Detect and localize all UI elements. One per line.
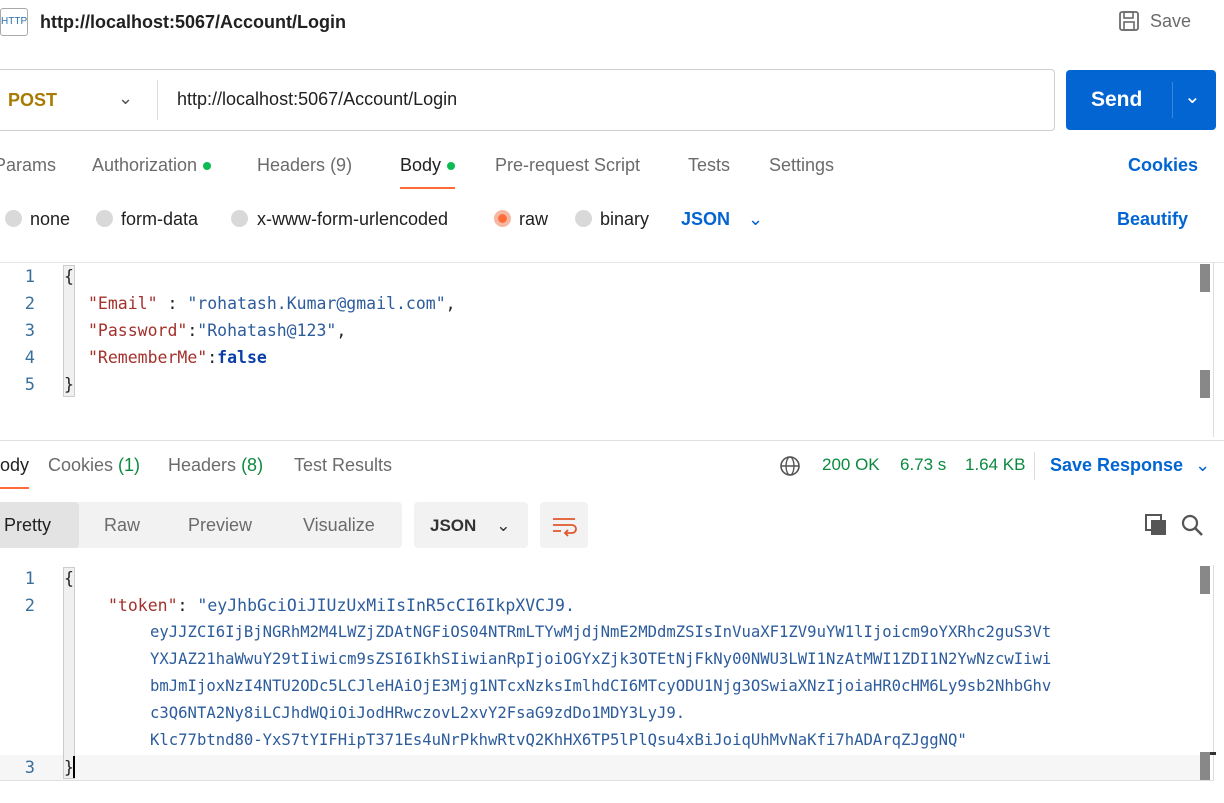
radio-label: binary bbox=[600, 209, 650, 229]
code-brace: { bbox=[64, 569, 74, 588]
response-format-select[interactable]: JSON ⌄ bbox=[414, 502, 528, 548]
radio-label: raw bbox=[519, 209, 549, 229]
save-label: Save bbox=[1150, 10, 1192, 31]
token-line: YXJAZ21haWwuY29tIiwicm9sZSI6IkhSIiwianRp… bbox=[150, 650, 1052, 668]
line-number: 1 bbox=[24, 569, 35, 589]
status-code[interactable]: 200 OK bbox=[822, 455, 880, 475]
copy-icon[interactable] bbox=[1144, 513, 1168, 537]
beautify-button[interactable]: Beautify bbox=[1117, 209, 1188, 230]
code-line: "RememberMe":false bbox=[88, 348, 267, 367]
tab-body[interactable]: Body bbox=[400, 155, 456, 189]
radio-none[interactable] bbox=[5, 210, 22, 227]
method-select[interactable]: POST ⌄ bbox=[8, 88, 138, 111]
http-icon: HTTP bbox=[0, 8, 28, 36]
radio-label: x-www-form-urlencoded bbox=[257, 209, 449, 229]
response-tab-headers[interactable]: Headers (8) bbox=[168, 455, 263, 476]
token-line: eyJJZCI6IjBjNGRhM2M4LWZjZDAtNGFiOS04NTRm… bbox=[150, 623, 1052, 641]
url-input[interactable]: http://localhost:5067/Account/Login bbox=[177, 89, 457, 110]
code-line: "Password":"Rohatash@123", bbox=[88, 321, 347, 340]
tab-settings[interactable]: Settings bbox=[769, 155, 834, 176]
token-line: bmJmIjoxNzI4NTU2ODc5LCJleHAiOjE3Mjg1NTcx… bbox=[150, 677, 1052, 695]
line-number: 3 bbox=[24, 758, 35, 778]
chevron-down-icon: ⌄ bbox=[1195, 455, 1211, 475]
radio-label: none bbox=[30, 209, 71, 229]
line-number: 4 bbox=[24, 348, 35, 368]
chevron-down-icon: ⌄ bbox=[496, 516, 511, 535]
divider bbox=[157, 80, 158, 120]
wrap-lines-button[interactable] bbox=[540, 502, 588, 548]
send-button[interactable]: Send ⌄ bbox=[1066, 70, 1216, 130]
scrollbar[interactable] bbox=[1200, 264, 1210, 292]
save-icon bbox=[1119, 11, 1139, 31]
scrollbar[interactable] bbox=[1200, 752, 1210, 780]
token-line: Klc77btnd80-YxS7tYIFHipT371Es4uNrPkhwRtv… bbox=[150, 731, 967, 749]
globe-icon[interactable] bbox=[779, 455, 801, 477]
text-cursor bbox=[73, 756, 75, 778]
scrollbar[interactable] bbox=[1200, 566, 1210, 594]
radio-raw[interactable] bbox=[494, 210, 511, 227]
save-response-button[interactable]: Save Response ⌄ bbox=[1050, 455, 1210, 476]
line-number: 3 bbox=[24, 321, 35, 341]
code-line: "Email" : "rohatash.Kumar@gmail.com", bbox=[88, 294, 456, 313]
view-visualize[interactable]: Visualize bbox=[303, 515, 375, 536]
request-title: http://localhost:5067/Account/Login bbox=[40, 12, 347, 32]
token-line: c3Q6NTA2Ny8iLCJhdWQiOiJodHRwczovL2xvY2Fs… bbox=[150, 704, 686, 722]
code-brace: { bbox=[64, 267, 74, 286]
response-tab-test-results[interactable]: Test Results bbox=[294, 455, 392, 476]
send-label: Send bbox=[1091, 88, 1143, 111]
response-tab-cookies[interactable]: Cookies (1) bbox=[48, 455, 140, 476]
tab-authorization[interactable]: Authorization bbox=[92, 155, 212, 176]
tab-pre-request-script[interactable]: Pre-request Script bbox=[495, 155, 640, 176]
line-number: 2 bbox=[24, 596, 35, 616]
response-size[interactable]: 1.64 KB bbox=[965, 455, 1026, 475]
cookies-link[interactable]: Cookies bbox=[1128, 155, 1198, 176]
response-time[interactable]: 6.73 s bbox=[900, 455, 946, 475]
chevron-down-icon: ⌄ bbox=[748, 209, 764, 229]
line-number: 2 bbox=[24, 294, 35, 314]
wrap-icon bbox=[553, 518, 577, 537]
radio-x-www-form-urlencoded[interactable] bbox=[231, 210, 248, 227]
radio-binary[interactable] bbox=[575, 210, 592, 227]
radio-label: form-data bbox=[121, 209, 199, 229]
token-line: "token": "eyJhbGciOiJIUzUxMiIsInR5cCI6Ik… bbox=[108, 596, 575, 615]
line-number: 5 bbox=[24, 375, 35, 395]
url-bar bbox=[0, 69, 1055, 131]
tab-params[interactable]: Params bbox=[0, 155, 56, 176]
view-pretty[interactable]: Pretty bbox=[4, 515, 51, 536]
view-preview[interactable]: Preview bbox=[188, 515, 252, 536]
chevron-down-icon[interactable]: ⌄ bbox=[1184, 84, 1201, 109]
tab-headers[interactable]: Headers (9) bbox=[257, 155, 352, 176]
radio-form-data[interactable] bbox=[96, 210, 113, 227]
method-label: POST bbox=[8, 90, 58, 110]
tab-tests[interactable]: Tests bbox=[688, 155, 730, 176]
chevron-down-icon: ⌄ bbox=[118, 88, 134, 108]
line-number: 1 bbox=[24, 267, 35, 287]
view-raw[interactable]: Raw bbox=[104, 515, 140, 536]
code-brace: } bbox=[64, 375, 74, 394]
save-button[interactable]: Save bbox=[1118, 10, 1191, 32]
search-icon[interactable] bbox=[1180, 513, 1204, 537]
format-select[interactable]: JSON ⌄ bbox=[681, 209, 763, 230]
scrollbar[interactable] bbox=[1200, 370, 1210, 398]
response-tab-body[interactable]: Body bbox=[0, 455, 30, 489]
